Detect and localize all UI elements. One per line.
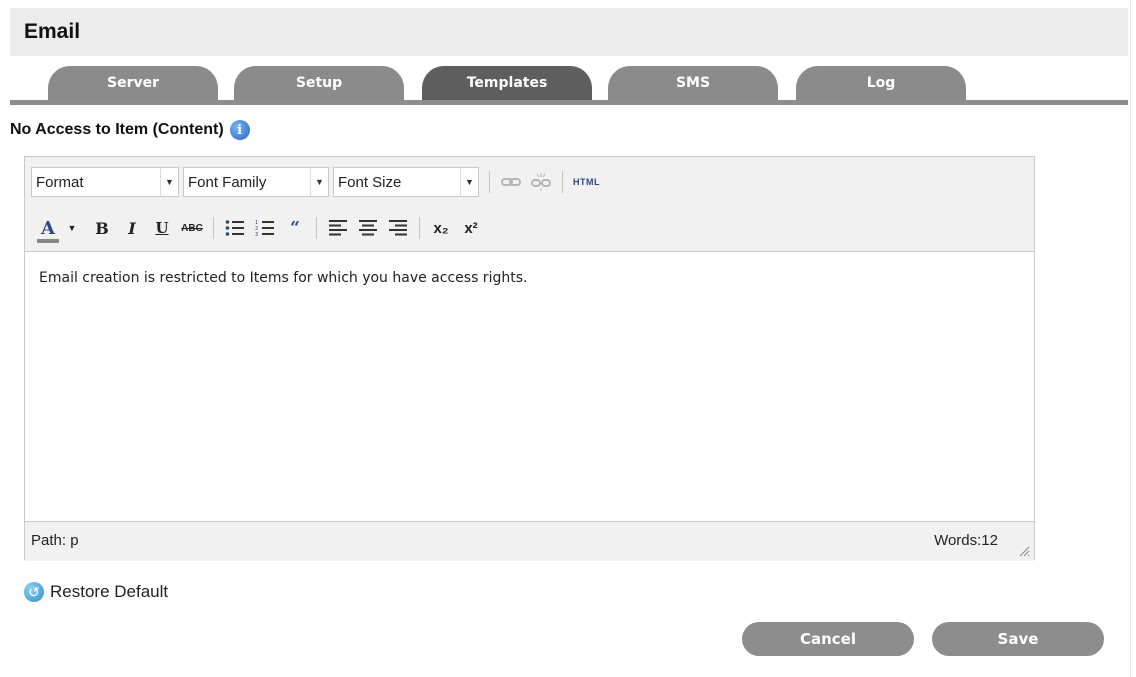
html-source-button[interactable]: HTML [573, 169, 600, 195]
chevron-down-icon: ▼ [310, 168, 328, 196]
page-title: Email [24, 20, 81, 43]
subscript-icon[interactable]: x₂ [430, 215, 452, 241]
toolbar-row-2: A ▼ B I U ABC 123 “ x₂ x² [33, 213, 486, 243]
strikethrough-icon[interactable]: ABC [181, 215, 203, 241]
italic-icon[interactable]: I [121, 215, 143, 241]
editor-content-area[interactable]: Email creation is restricted to Items fo… [25, 251, 1034, 522]
align-right-icon[interactable] [387, 215, 409, 241]
info-icon[interactable]: i [229, 120, 250, 140]
editor-toolbar: Format ▼ Font Family ▼ Font Size ▼ HTML … [25, 157, 1034, 251]
section-title: No Access to Item (Content) i [10, 120, 250, 140]
numbered-list-icon[interactable]: 123 [254, 215, 276, 241]
toolbar-separator [562, 171, 563, 193]
format-select-label: Format [36, 173, 84, 191]
chevron-down-icon: ▼ [160, 168, 178, 196]
editor-statusbar: Path: p Words:12 [25, 522, 1034, 561]
blockquote-icon[interactable]: “ [284, 215, 306, 241]
unlink-icon[interactable] [530, 169, 552, 195]
restore-default-label: Restore Default [50, 582, 169, 601]
restore-icon: ↺ [24, 582, 44, 602]
resize-handle-icon[interactable] [1018, 545, 1030, 557]
font-family-select-label: Font Family [188, 173, 267, 191]
cancel-button[interactable]: Cancel [742, 622, 914, 656]
chevron-down-icon[interactable]: ▼ [61, 215, 83, 241]
font-color-icon[interactable]: A [37, 215, 59, 243]
toolbar-separator [419, 217, 420, 239]
link-icon[interactable] [500, 169, 522, 195]
svg-text:3: 3 [255, 232, 258, 237]
section-title-text: No Access to Item (Content) [10, 121, 224, 138]
tab-log[interactable]: Log [796, 66, 966, 100]
bold-icon[interactable]: B [91, 215, 113, 241]
word-count: Words:12 [934, 532, 998, 549]
save-button[interactable]: Save [932, 622, 1104, 656]
align-left-icon[interactable] [327, 215, 349, 241]
tab-underline [10, 100, 1128, 105]
font-size-select-label: Font Size [338, 173, 402, 191]
font-family-select[interactable]: Font Family ▼ [183, 167, 329, 197]
tab-setup[interactable]: Setup [234, 66, 404, 100]
underline-icon[interactable]: U [151, 215, 173, 241]
tab-bar: Server Setup Templates SMS Log [10, 66, 1128, 108]
restore-default-link[interactable]: ↺ Restore Default [24, 582, 168, 602]
toolbar-separator [213, 217, 214, 239]
rich-text-editor: Format ▼ Font Family ▼ Font Size ▼ HTML … [24, 156, 1035, 561]
tab-server[interactable]: Server [48, 66, 218, 100]
editor-path: Path: p [31, 532, 79, 549]
toolbar-separator [316, 217, 317, 239]
tab-templates[interactable]: Templates [422, 66, 592, 100]
editor-content-text[interactable]: Email creation is restricted to Items fo… [39, 270, 527, 286]
tab-sms[interactable]: SMS [608, 66, 778, 100]
toolbar-row-1: Format ▼ Font Family ▼ Font Size ▼ HTML [31, 167, 604, 197]
format-select[interactable]: Format ▼ [31, 167, 179, 197]
toolbar-separator [489, 171, 490, 193]
font-size-select[interactable]: Font Size ▼ [333, 167, 479, 197]
bullet-list-icon[interactable] [224, 215, 246, 241]
page-edge [1130, 0, 1131, 677]
align-center-icon[interactable] [357, 215, 379, 241]
superscript-icon[interactable]: x² [460, 215, 482, 241]
chevron-down-icon: ▼ [460, 168, 478, 196]
page-header: Email [10, 8, 1128, 56]
